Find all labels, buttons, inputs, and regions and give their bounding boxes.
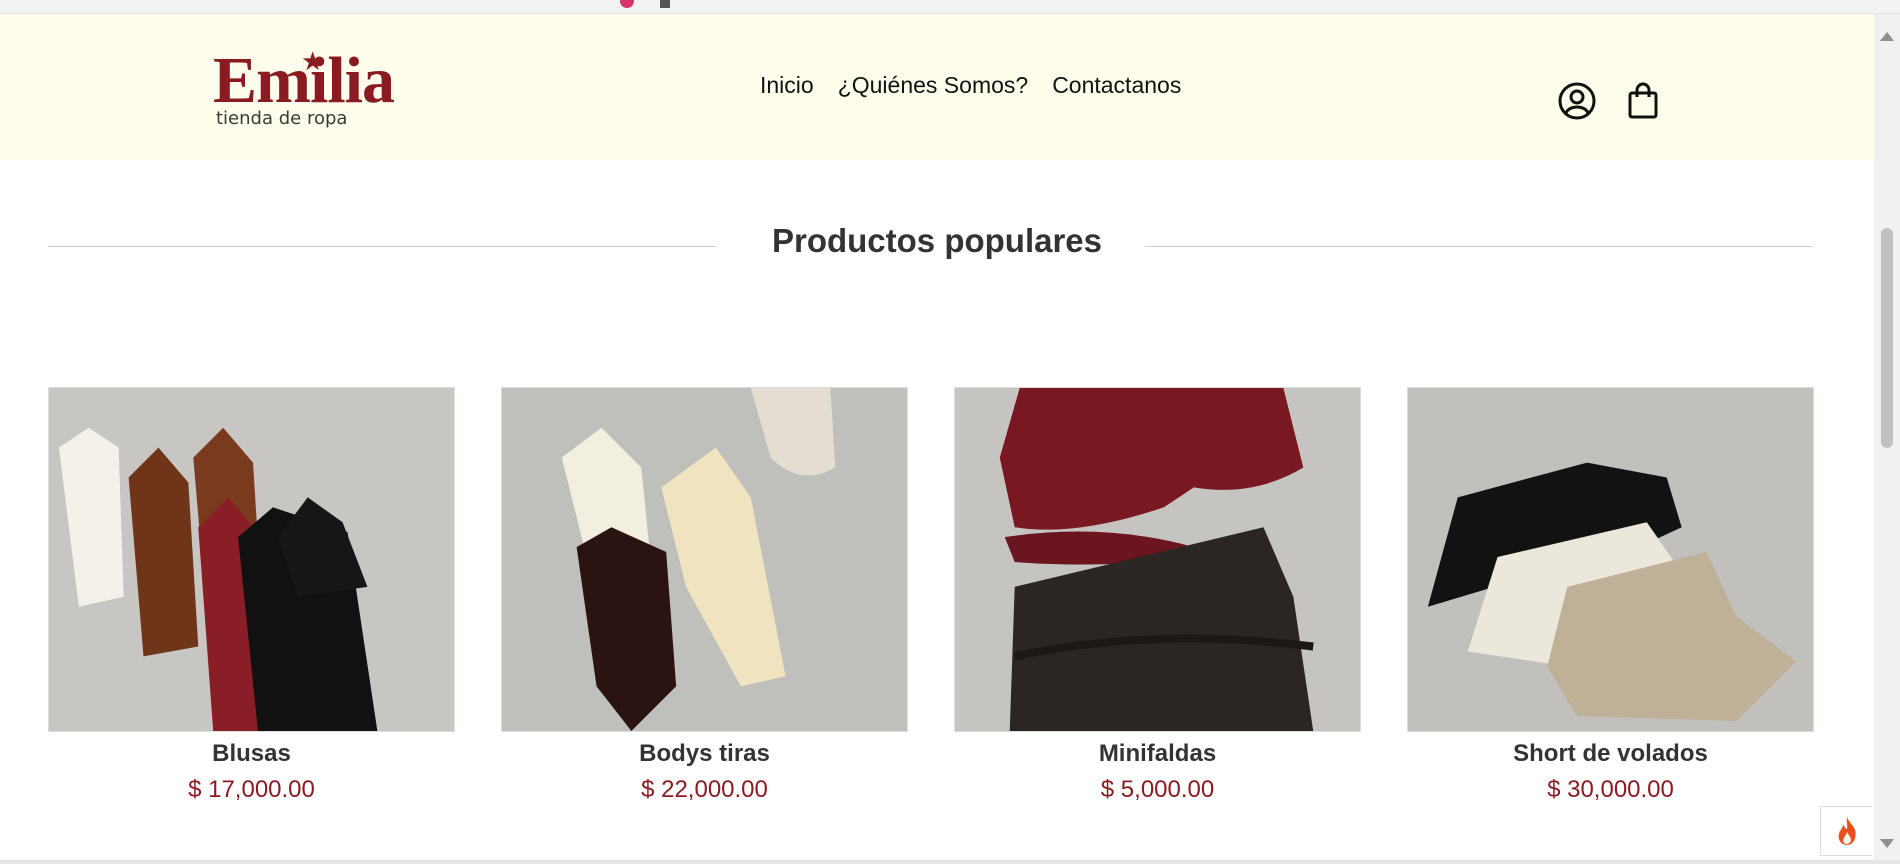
tab-indicator-icon [620, 0, 634, 8]
tab-indicator-icon [660, 0, 670, 8]
product-card[interactable]: Short de volados $ 30,000.00 [1407, 387, 1814, 804]
ruffled-skirts-image[interactable] [954, 387, 1361, 732]
product-card[interactable]: Bodys tiras $ 22,000.00 [501, 387, 908, 804]
browser-top-strip [0, 0, 1900, 14]
scroll-down-icon[interactable] [1880, 839, 1894, 848]
product-price: $ 5,000.00 [1100, 776, 1215, 803]
nav-item-inicio[interactable]: Inicio [760, 72, 814, 99]
bodysuits-image[interactable] [501, 387, 908, 732]
scrollbar-thumb[interactable] [1881, 228, 1893, 448]
tank-tops-image[interactable] [48, 387, 455, 732]
section-title: Productos populares [771, 222, 1103, 259]
product-card[interactable]: Minifaldas $ 5,000.00 [954, 387, 1361, 804]
scroll-up-icon[interactable] [1880, 32, 1894, 41]
header-actions [1556, 80, 1664, 122]
product-name[interactable]: Bodys tiras [501, 740, 908, 768]
user-circle-icon[interactable] [1556, 80, 1598, 122]
product-name[interactable]: Minifaldas [954, 740, 1361, 768]
product-price: $ 30,000.00 [1547, 776, 1674, 803]
ruffled-shorts-image[interactable] [1407, 387, 1814, 732]
flame-widget-button[interactable] [1820, 806, 1872, 856]
site-header: Emilia ★ tienda de ropa Inicio ¿Quiénes … [0, 14, 1874, 160]
flame-icon [1838, 817, 1856, 845]
main-nav: Inicio ¿Quiénes Somos? Contactanos [760, 72, 1205, 99]
brand-logo[interactable]: Emilia ★ tienda de ropa [213, 46, 413, 148]
product-price: $ 17,000.00 [188, 776, 315, 803]
product-name[interactable]: Blusas [48, 740, 455, 768]
product-grid: Blusas $ 17,000.00 Bodys tiras $ 22,000.… [48, 387, 1814, 804]
product-name[interactable]: Short de volados [1407, 740, 1814, 768]
page: Emilia ★ tienda de ropa Inicio ¿Quiénes … [0, 14, 1874, 862]
divider-right [1145, 246, 1813, 247]
shopping-bag-icon[interactable] [1622, 80, 1664, 122]
bottom-border [0, 860, 1900, 864]
nav-item-contactanos[interactable]: Contactanos [1052, 72, 1181, 99]
vertical-scrollbar[interactable] [1874, 14, 1900, 862]
product-price: $ 22,000.00 [641, 776, 768, 803]
product-card[interactable]: Blusas $ 17,000.00 [48, 387, 455, 804]
nav-item-quienes-somos[interactable]: ¿Quiénes Somos? [838, 72, 1028, 99]
star-icon: ★ [301, 46, 325, 76]
